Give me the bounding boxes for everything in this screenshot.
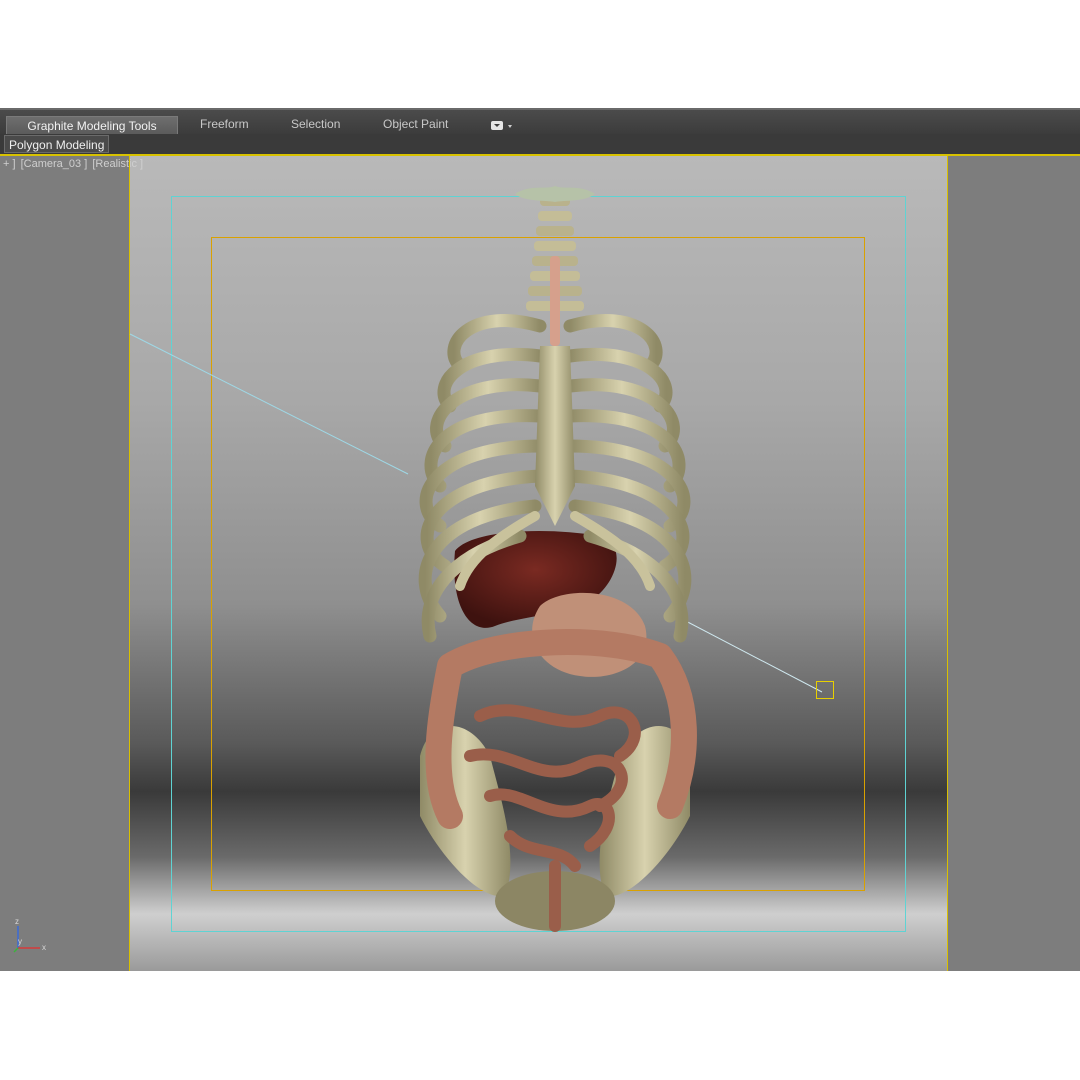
sternum: [535, 346, 575, 526]
camera-target-box[interactable]: [816, 681, 834, 699]
ribbon-options-dropdown[interactable]: [489, 119, 515, 133]
axis-gizmo: z y x: [12, 914, 52, 954]
tab-freeform[interactable]: Freeform: [200, 114, 249, 134]
camera-viewport[interactable]: + ] [Camera_03 ] [Realistic ] z y x: [0, 156, 1080, 971]
tab-graphite-modeling-tools[interactable]: Graphite Modeling Tools: [6, 116, 178, 136]
atlas-vertebra: [515, 186, 595, 202]
ribbon-panel-bar: Polygon Modeling: [0, 134, 1080, 156]
axis-tripod-icon: z y x: [13, 917, 46, 953]
ribbon-tab-bar: Graphite Modeling Tools Freeform Selecti…: [0, 108, 1080, 136]
polygon-modeling-panel[interactable]: Polygon Modeling: [4, 135, 110, 153]
esophagus: [550, 256, 560, 346]
axis-z-label: z: [15, 917, 19, 926]
camera-target-line-2: [679, 617, 823, 693]
axis-x-label: x: [42, 943, 46, 952]
tab-selection[interactable]: Selection: [291, 114, 340, 134]
camera-target-line: [129, 333, 409, 475]
tab-object-paint[interactable]: Object Paint: [383, 114, 448, 134]
3d-app-window: Graphite Modeling Tools Freeform Selecti…: [0, 108, 1080, 971]
anatomy-model[interactable]: [0, 156, 1080, 971]
axis-y-label: y: [18, 937, 22, 946]
chevron-down-icon: [491, 121, 512, 130]
